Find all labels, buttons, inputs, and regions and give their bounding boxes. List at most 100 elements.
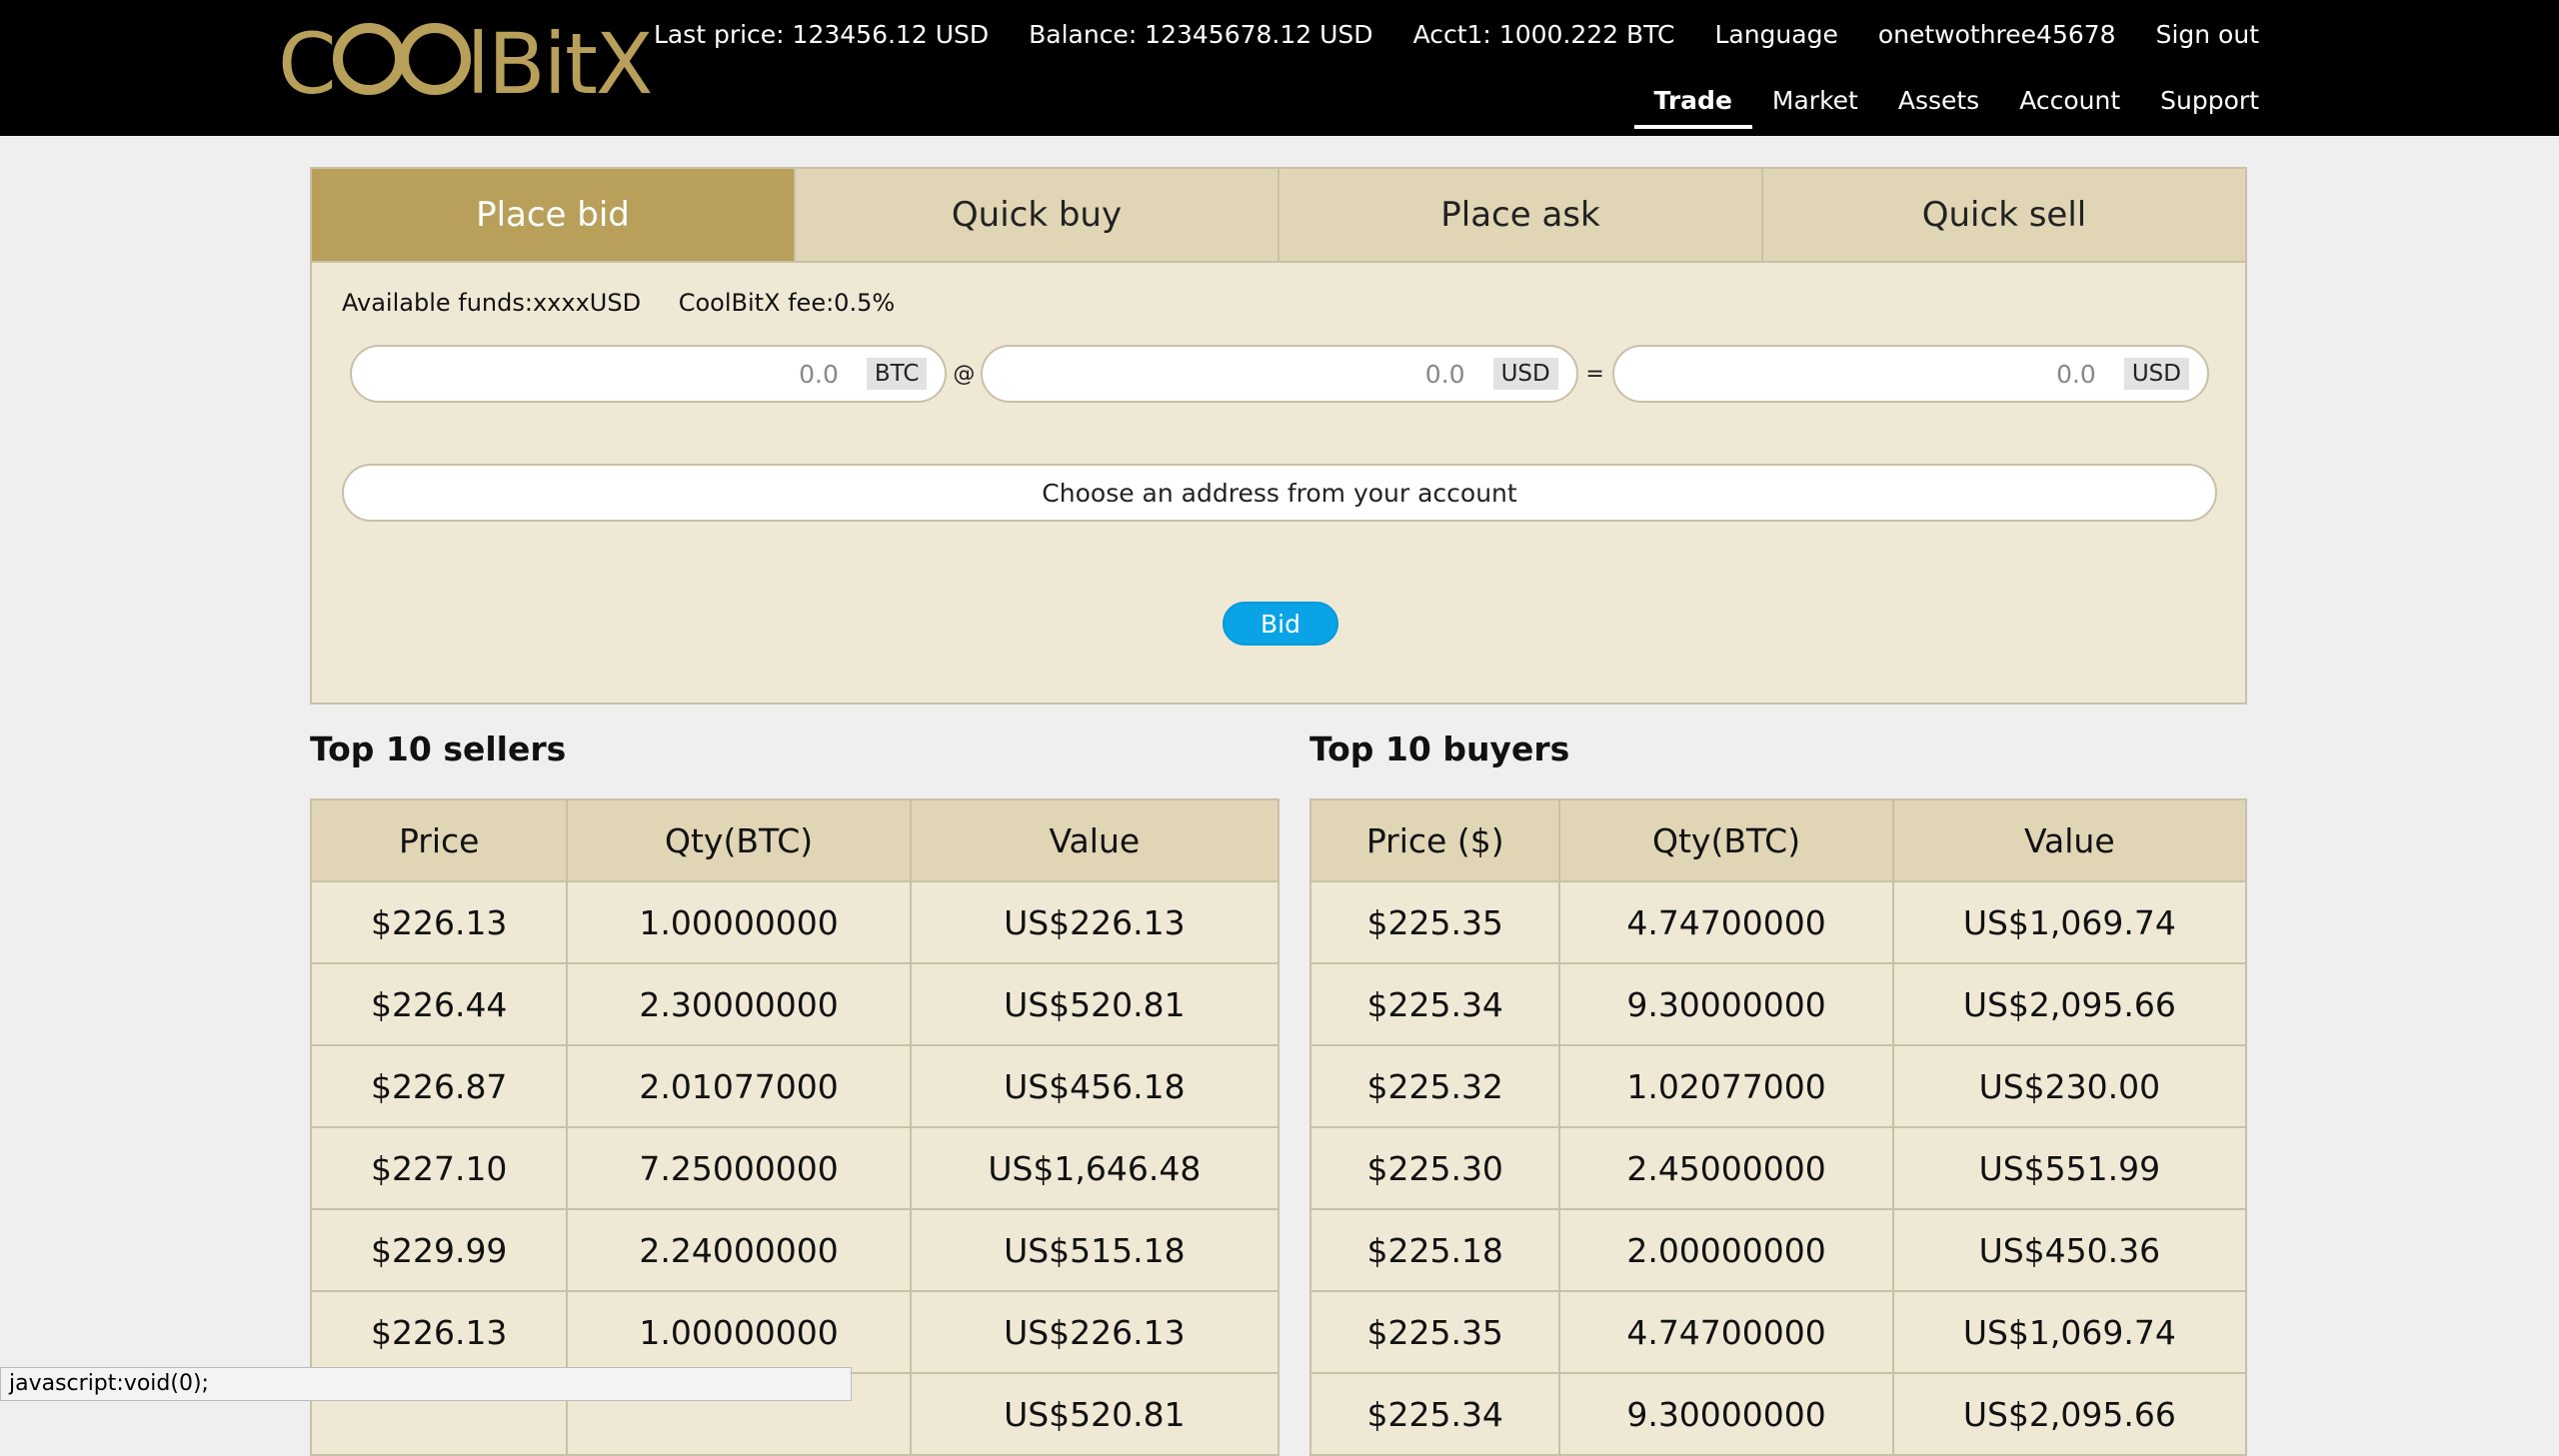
price-input[interactable]: 0.0 USD [981,345,1578,403]
tab-quick-sell[interactable]: Quick sell [1761,169,2245,261]
column-header: Value [1891,798,2248,882]
tab-place-ask[interactable]: Place ask [1278,169,1761,261]
table-row[interactable]: $227.10 7.25000000 US$1,646.48 [309,1126,1280,1210]
available-funds: Available funds:xxxxUSD [342,289,642,317]
price-cell: $225.35 [1308,1290,1561,1374]
nav-market[interactable]: Market [1772,86,1858,129]
buyers-title: Top 10 buyers [1309,729,1570,768]
price-cell: $225.34 [1308,962,1561,1046]
value-cell: US$551.99 [1891,1126,2248,1210]
table-row[interactable]: $226.13 1.00000000 US$226.13 [309,1290,1280,1374]
total-input[interactable]: 0.0 USD [1611,345,2209,403]
qty-cell: 2.01077000 [566,1044,912,1128]
account-balance: Acct1: 1000.222 BTC [1412,19,1675,49]
nav-support[interactable]: Support [2160,86,2259,129]
price-cell: $226.13 [309,1290,569,1374]
price-value: 0.0 [1424,359,1465,389]
last-price: Last price: 123456.12 USD [653,19,990,49]
value-cell: US$520.81 [909,962,1280,1046]
top-bar: ClBitX Last price: 123456.12 USD Balance… [0,0,2559,136]
tab-quick-buy[interactable]: Quick buy [794,169,1278,261]
value-cell: US$230.00 [1891,1044,2248,1128]
value-cell: US$1,069.74 [1891,880,2248,964]
value-cell: US$450.36 [1891,1208,2248,1292]
table-row[interactable]: $226.44 2.30000000 US$520.81 [309,962,1280,1046]
table-row[interactable]: $225.35 4.74700000 US$1,069.74 [1308,1290,2248,1374]
value-cell: US$2,095.66 [1891,962,2248,1046]
language-link[interactable]: Language [1714,20,1837,49]
nav-trade[interactable]: Trade [1633,86,1753,129]
username-link[interactable]: onetwothree45678 [1878,20,2116,49]
quantity-input[interactable]: 0.0 BTC [350,345,948,403]
value-cell: US$1,069.74 [1891,1290,2248,1374]
qty-cell: 1.00000000 [566,1290,912,1374]
table-row[interactable]: $225.30 2.45000000 US$551.99 [1308,1126,2248,1210]
nav-account[interactable]: Account [2019,86,2120,129]
bid-button[interactable]: Bid [1223,602,1338,646]
price-cell: $225.18 [1308,1208,1561,1292]
column-header: Price ($) [1308,798,1561,882]
column-header: Qty(BTC) [1558,798,1894,882]
order-fields: 0.0 BTC @ 0.0 USD = 0.0 USD [350,344,2209,404]
value-cell: US$1,646.48 [909,1126,1280,1210]
table-row[interactable]: $225.34 9.30000000 US$2,095.66 [1308,1372,2248,1456]
qty-cell: 2.00000000 [1558,1208,1894,1292]
nav-assets[interactable]: Assets [1898,86,1979,129]
table-row[interactable]: $225.34 9.30000000 US$2,095.66 [1308,962,2248,1046]
column-header: Value [909,798,1280,882]
sellers-table: Price Qty(BTC) Value $226.13 1.00000000 US… [309,798,1280,1456]
price-cell: $225.35 [1308,880,1561,964]
address-select[interactable]: Choose an address from your account [342,464,2217,522]
main-nav: Trade Market Assets Account Support [1614,86,2259,136]
price-unit: USD [1492,358,1558,390]
total-value: 0.0 [2056,359,2096,389]
price-cell: $225.34 [1308,1372,1561,1456]
buyers-header-row: Price ($) Qty(BTC) Value [1308,798,2248,882]
coolbitx-logo[interactable]: ClBitX [278,14,653,114]
order-info: Available funds:xxxxUSD CoolBitX fee:0.5… [342,289,925,317]
qty-cell: 2.45000000 [1558,1126,1894,1210]
tab-place-bid[interactable]: Place bid [312,169,794,261]
sellers-header-row: Price Qty(BTC) Value [309,798,1280,882]
qty-cell: 9.30000000 [1558,1372,1894,1456]
at-symbol: @ [953,361,976,387]
qty-cell: 4.74700000 [1558,880,1894,964]
total-unit: USD [2123,358,2189,390]
price-cell: $229.99 [309,1208,569,1292]
order-tabs: Place bid Quick buy Place ask Quick sell [312,169,2245,263]
browser-status-bar: javascript:void(0); [0,1367,852,1401]
value-cell: US$520.81 [909,1372,1280,1456]
column-header: Price [309,798,569,882]
value-cell: US$456.18 [909,1044,1280,1128]
table-row[interactable]: $226.13 1.00000000 US$226.13 [309,880,1280,964]
table-row[interactable]: $226.87 2.01077000 US$456.18 [309,1044,1280,1128]
equals-symbol: = [1585,361,1604,387]
value-cell: US$515.18 [909,1208,1280,1292]
qty-cell: 2.30000000 [566,962,912,1046]
qty-cell: 7.25000000 [566,1126,912,1210]
table-row[interactable]: $229.99 2.24000000 US$515.18 [309,1208,1280,1292]
qty-cell: 1.02077000 [1558,1044,1894,1128]
value-cell: US$226.13 [909,1290,1280,1374]
price-cell: $227.10 [309,1126,569,1210]
table-row[interactable]: $225.35 4.74700000 US$1,069.74 [1308,880,2248,964]
price-cell: $226.13 [309,880,569,964]
price-cell: $225.30 [1308,1126,1561,1210]
value-cell: US$226.13 [909,880,1280,964]
sellers-title: Top 10 sellers [310,729,567,768]
table-row[interactable]: $225.18 2.00000000 US$450.36 [1308,1208,2248,1292]
value-cell: US$2,095.66 [1891,1372,2248,1456]
account-info-bar: Last price: 123456.12 USD Balance: 12345… [654,14,2259,54]
fee-info: CoolBitX fee:0.5% [678,289,896,317]
quantity-value: 0.0 [799,359,839,389]
qty-cell: 2.24000000 [566,1208,912,1292]
price-cell: $225.32 [1308,1044,1561,1128]
column-header: Qty(BTC) [566,798,912,882]
price-cell: $226.87 [309,1044,569,1128]
table-row[interactable]: $225.32 1.02077000 US$230.00 [1308,1044,2248,1128]
qty-cell: 1.00000000 [566,880,912,964]
order-panel: Place bid Quick buy Place ask Quick sell… [310,167,2247,705]
sign-out-link[interactable]: Sign out [2156,20,2259,49]
price-cell: $226.44 [309,962,569,1046]
quantity-unit: BTC [866,358,928,390]
